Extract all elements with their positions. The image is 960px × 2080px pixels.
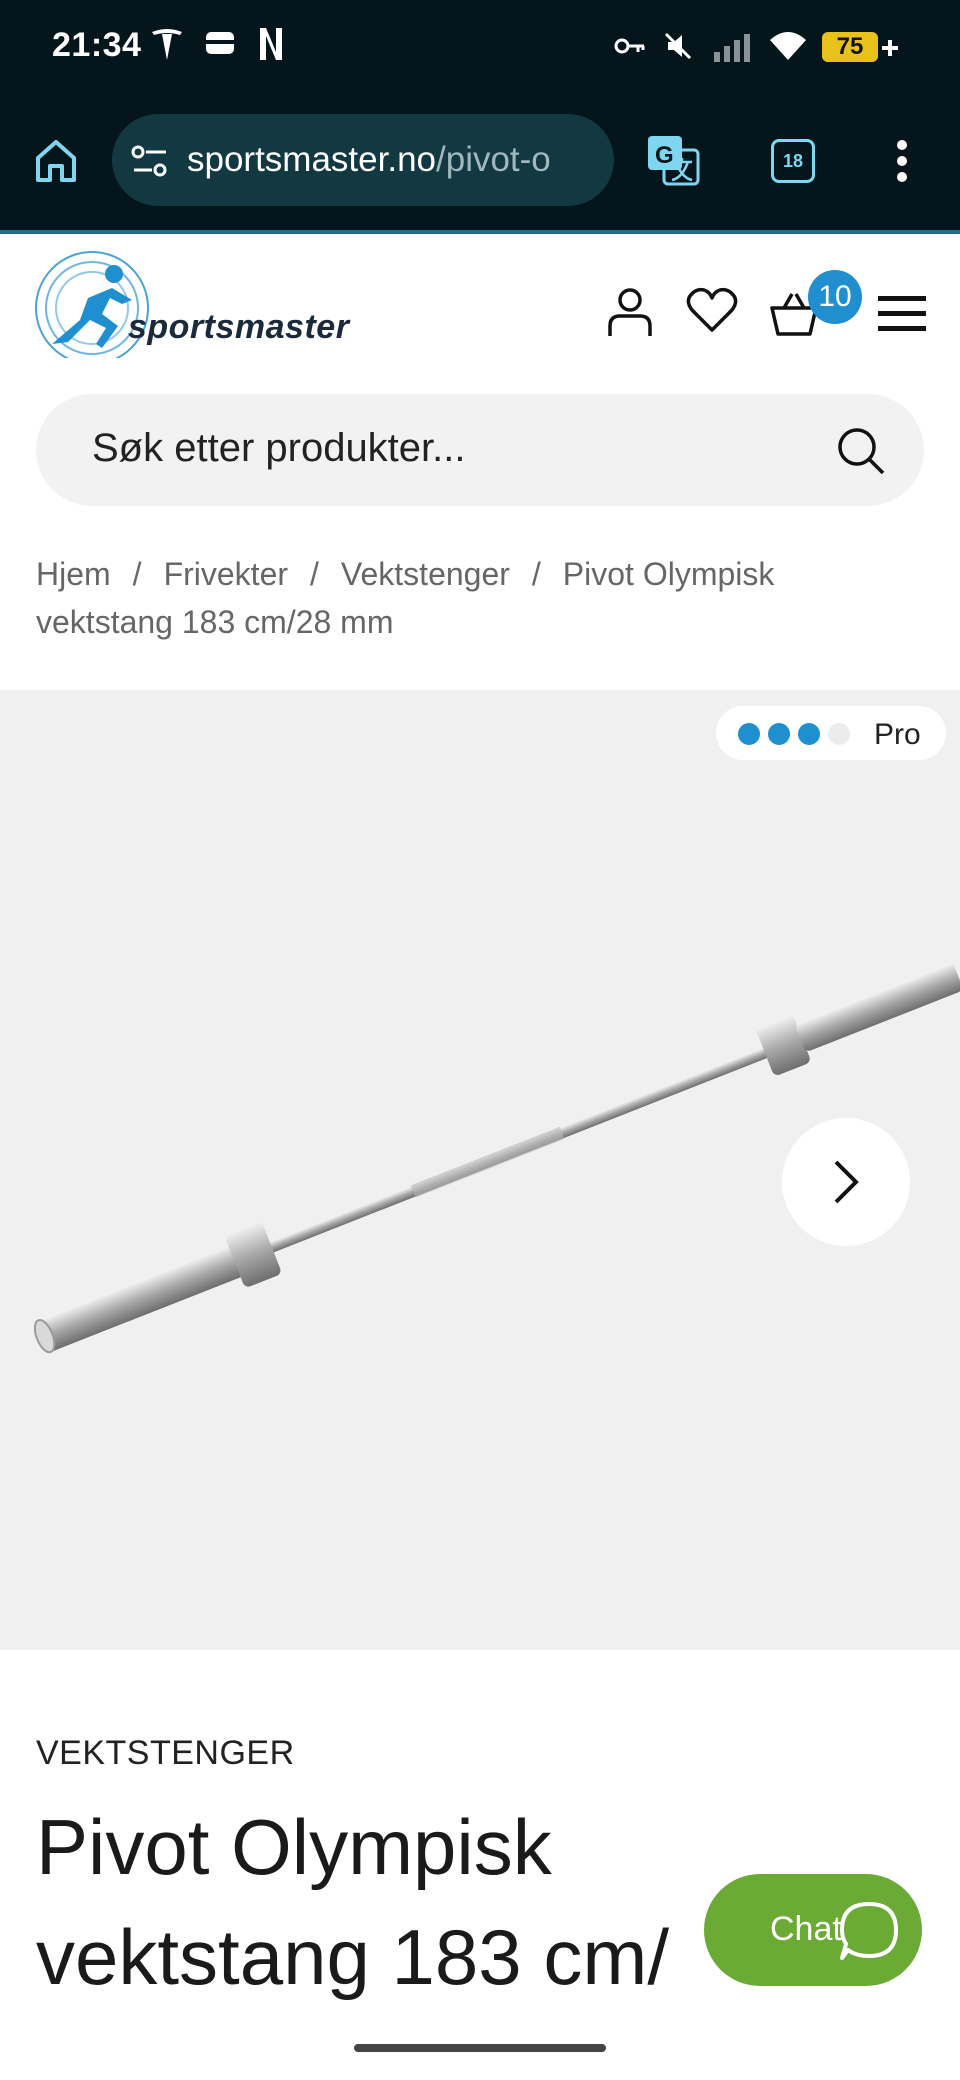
chat-label: Chat (770, 1910, 842, 1948)
breadcrumb-item-frivekter[interactable]: Frivekter (164, 556, 288, 592)
breadcrumb-separator: / (310, 556, 319, 592)
svg-text:G: G (655, 142, 674, 169)
url-path: /pivot-o (436, 140, 551, 179)
mute-icon (664, 32, 692, 60)
url-text: sportsmaster.no/pivot-o (187, 140, 551, 180)
breadcrumb-separator: / (132, 556, 142, 592)
breadcrumb: Hjem / Frivekter / Vektstenger / Pivot Olympis… (36, 550, 916, 646)
chevron-right-icon (834, 1160, 859, 1204)
next-image-button[interactable] (782, 1118, 910, 1246)
product-image-gallery[interactable]: Pro (0, 690, 960, 1650)
tab-count: 18 (782, 151, 804, 171)
search-icon[interactable] (836, 426, 886, 476)
product-category[interactable]: VEKTSTENGER (36, 1734, 295, 1773)
logo-wordmark[interactable]: sportsmaster (128, 308, 349, 347)
breadcrumb-item-hjem[interactable]: Hjem (36, 556, 111, 592)
search-input[interactable]: Søk etter produkter... (36, 394, 924, 506)
signal-icon (714, 34, 750, 62)
cart-count-badge[interactable]: 10 (808, 270, 862, 324)
home-icon[interactable] (34, 138, 78, 184)
chat-bubble-icon (840, 1902, 898, 1960)
tab-switcher-button[interactable]: 18 (771, 139, 815, 183)
breadcrumb-item-vektstenger[interactable]: Vektstenger (341, 556, 510, 592)
tesla-icon (152, 29, 182, 60)
chat-button[interactable]: Chat (704, 1874, 922, 1986)
battery-icon: 75 (822, 32, 878, 62)
address-bar[interactable]: sportsmaster.no/pivot-o (112, 114, 614, 206)
battery-level: 75 (836, 33, 864, 60)
wishlist-heart-icon[interactable] (686, 286, 738, 334)
vpn-key-icon (614, 38, 645, 54)
breadcrumb-separator: / (531, 556, 541, 592)
netflix-icon (260, 28, 282, 60)
status-time: 21:34 (52, 26, 142, 64)
cart-count: 10 (818, 280, 852, 313)
gesture-home-indicator[interactable] (354, 2044, 606, 2052)
more-menu-icon[interactable] (894, 138, 910, 184)
hamburger-menu-icon[interactable] (878, 294, 926, 334)
wifi-icon (770, 32, 806, 60)
account-icon[interactable] (606, 286, 654, 338)
search-placeholder: Søk etter produkter... (92, 426, 466, 470)
site-settings-icon[interactable] (130, 144, 170, 178)
wallet-icon (206, 32, 234, 54)
status-bar: 21:34 75 (0, 0, 960, 98)
browser-toolbar: sportsmaster.no/pivot-o G 18 (0, 98, 960, 234)
charging-plus-icon (882, 40, 898, 56)
translate-icon[interactable]: G (646, 134, 702, 188)
url-domain: sportsmaster.no (187, 140, 436, 179)
